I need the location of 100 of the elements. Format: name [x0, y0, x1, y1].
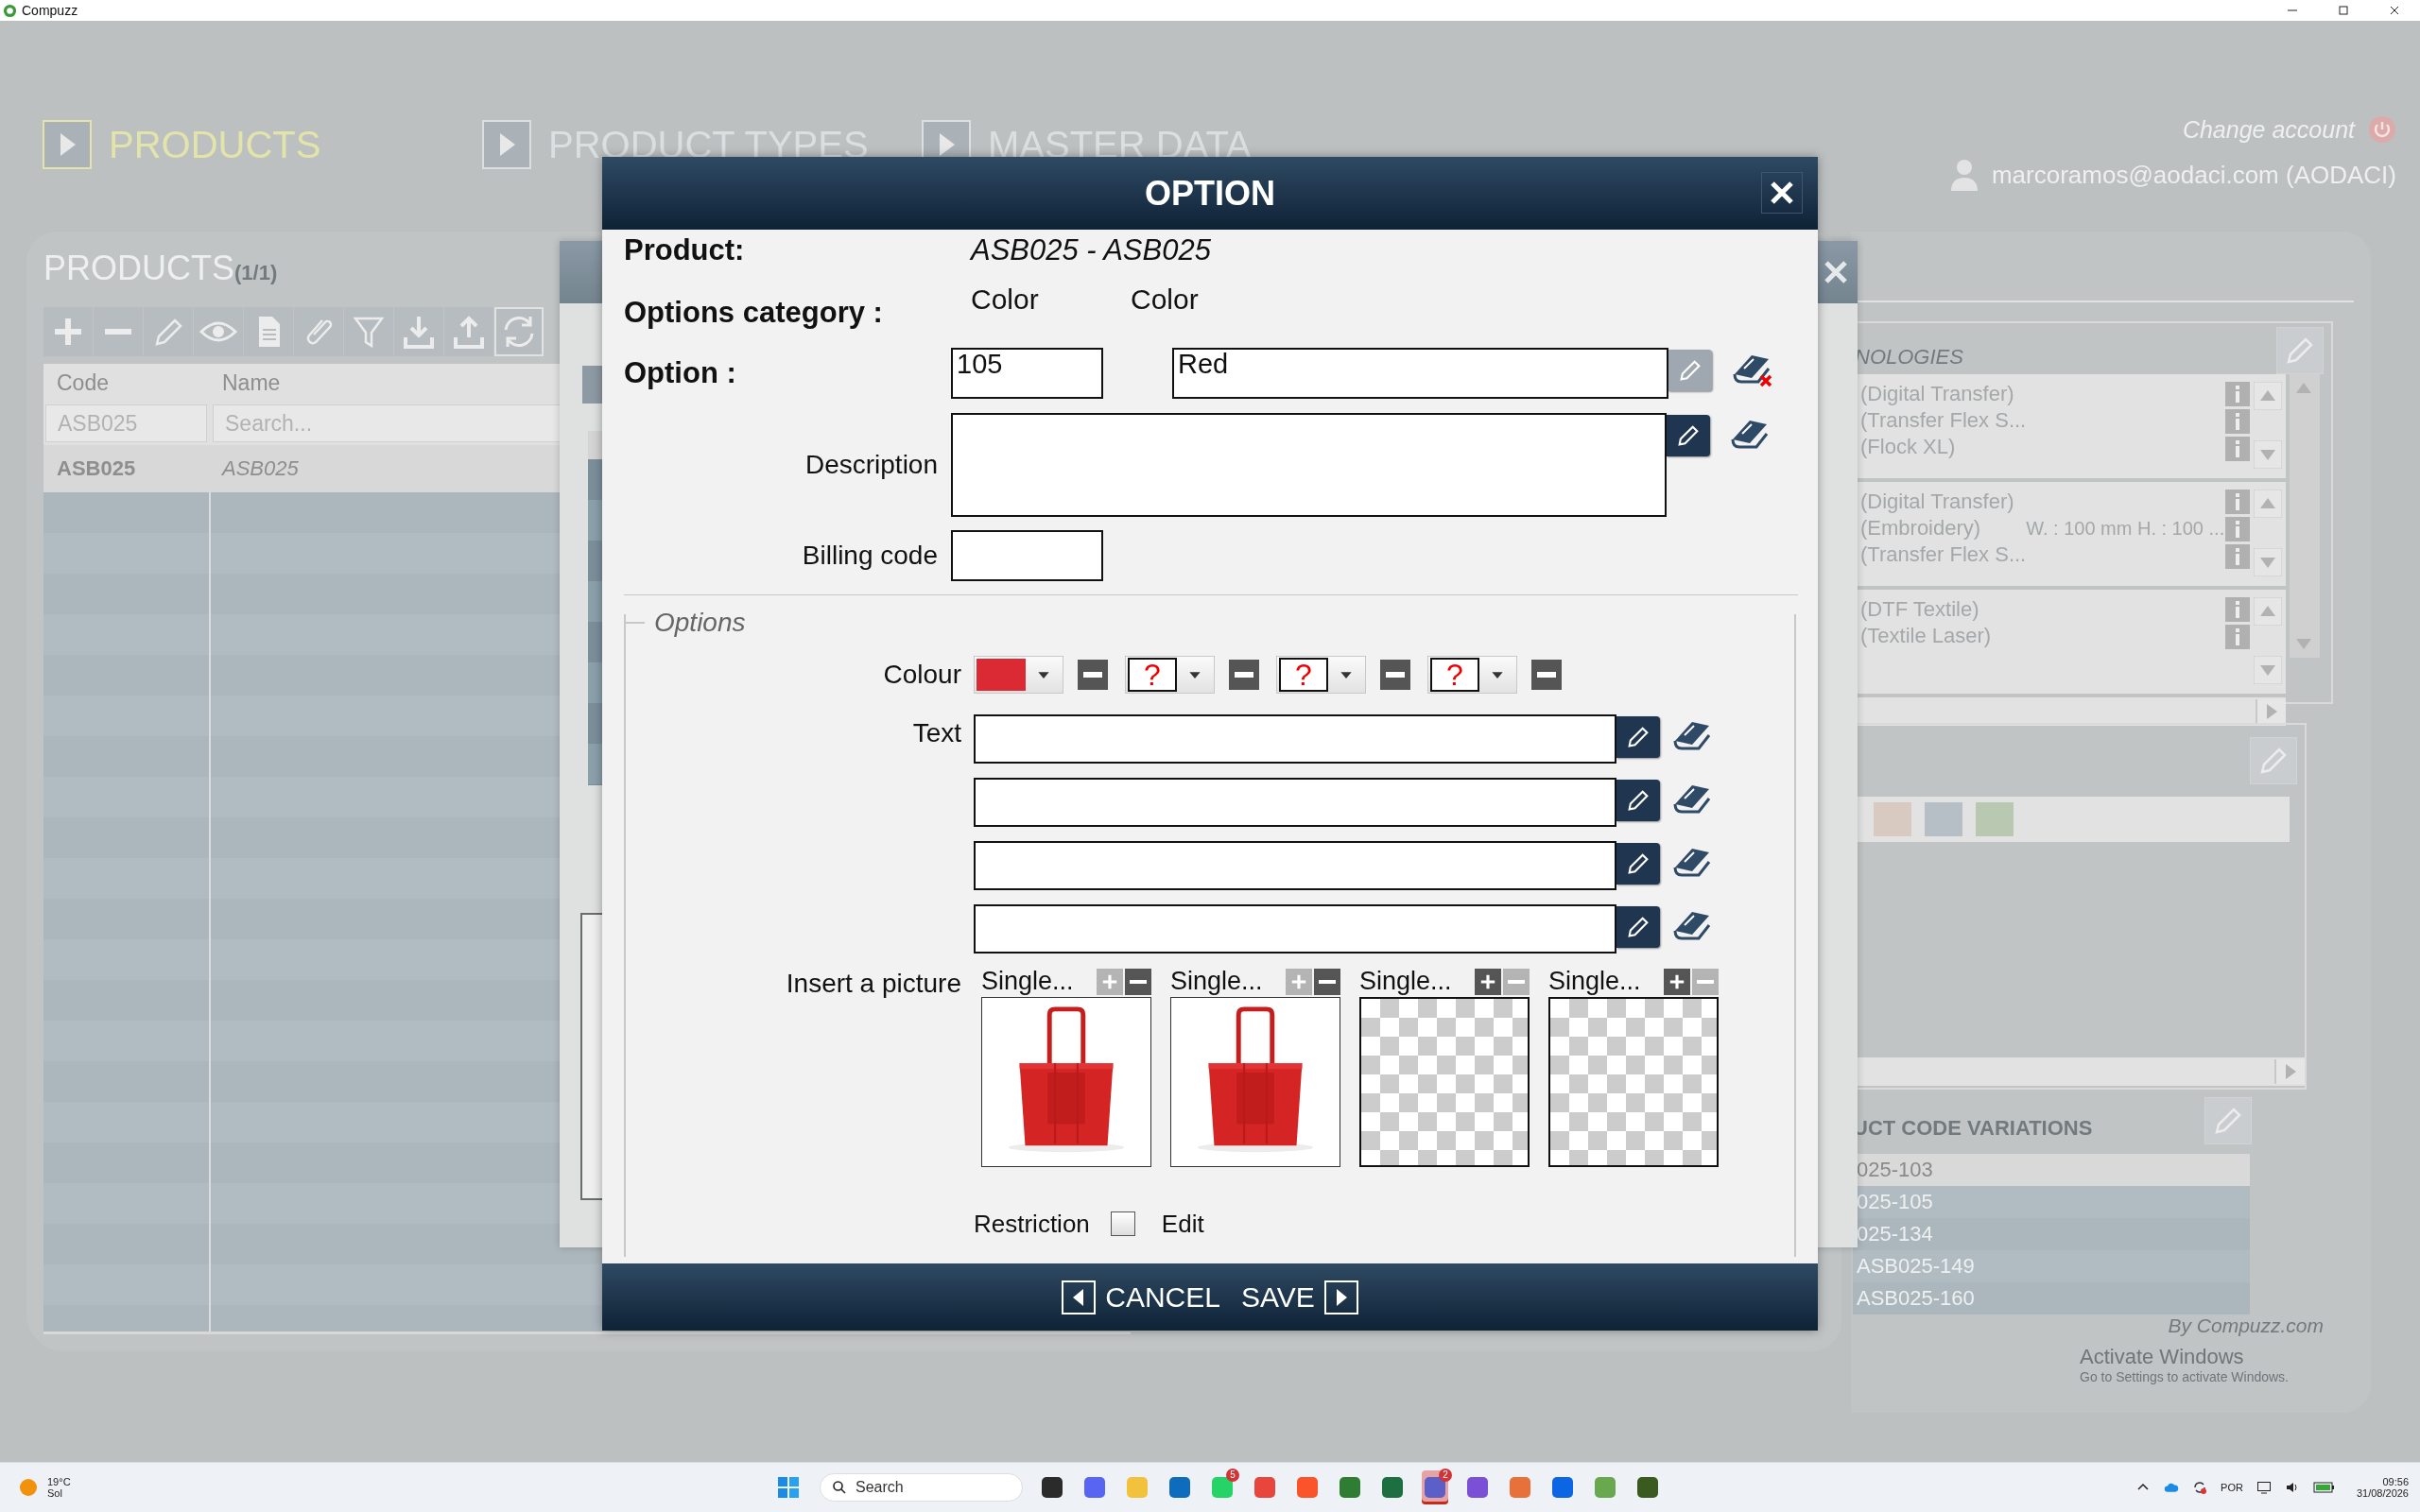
code-variation-item[interactable]: ASB025-160 [1853, 1282, 2250, 1314]
upload-icon[interactable] [444, 307, 493, 356]
edit-button[interactable] [1616, 906, 1660, 948]
monitor-icon[interactable] [2256, 1480, 2272, 1495]
refresh-icon[interactable] [494, 307, 544, 356]
remove-button[interactable] [1380, 660, 1410, 690]
clock-time[interactable]: 09:56 [2382, 1476, 2409, 1487]
colour-dropdown[interactable]: ? [1427, 656, 1517, 694]
info-icon[interactable] [2225, 544, 2250, 569]
column-header[interactable]: Name [209, 369, 281, 396]
start-icon[interactable] [777, 1476, 800, 1499]
code-variation-item[interactable]: ASB025-149 [1853, 1250, 2250, 1282]
text-field[interactable] [974, 904, 1616, 954]
taskbar-search[interactable]: Search [820, 1473, 1023, 1502]
colour-dropdown[interactable]: ? [1125, 656, 1215, 694]
filter-icon[interactable] [344, 307, 393, 356]
speaker-icon[interactable] [2284, 1480, 2300, 1495]
sun-icon[interactable] [19, 1478, 38, 1497]
info-icon[interactable] [2225, 625, 2250, 649]
credit-text: By Compuzz.com [2167, 1314, 2325, 1337]
save-button[interactable]: SAVE [1240, 1280, 1358, 1314]
remove-button[interactable] [1531, 660, 1562, 690]
remove-button[interactable] [1125, 968, 1151, 995]
description-field[interactable] [951, 413, 1667, 517]
text-field[interactable] [974, 778, 1616, 827]
cancel-button[interactable]: CANCEL [1062, 1280, 1220, 1314]
technology-item[interactable]: (Textile Laser) [1860, 624, 1992, 648]
info-icon[interactable] [2225, 517, 2250, 541]
horizontal-scrollbar[interactable] [1855, 697, 2286, 726]
scroll-right-icon[interactable] [2256, 699, 2286, 724]
maximize-icon[interactable] [2338, 5, 2349, 16]
info-icon[interactable] [2225, 409, 2250, 434]
restriction-checkbox[interactable] [1110, 1211, 1135, 1236]
eye-icon[interactable] [194, 307, 243, 356]
text-field[interactable] [974, 714, 1616, 764]
add-button[interactable] [1664, 968, 1690, 995]
section-title: NOLOGIES [1855, 344, 1963, 369]
add-icon[interactable] [43, 307, 93, 356]
unknown-colour: ? [1128, 658, 1177, 692]
option-name-field[interactable]: Red [1172, 348, 1668, 399]
color-swatch[interactable] [1925, 802, 1962, 836]
scroll-up-icon[interactable] [2254, 382, 2282, 410]
technology-item[interactable]: (Transfer Flex S... [1860, 408, 2027, 433]
remove-icon[interactable] [94, 307, 143, 356]
search-placeholder: Search [856, 1479, 904, 1496]
technology-item[interactable]: (Digital Transfer) [1860, 382, 2014, 406]
scroll-down-icon[interactable] [2254, 656, 2282, 684]
paperclip-icon[interactable] [294, 307, 343, 356]
unknown-colour: ? [1430, 658, 1479, 692]
close-button[interactable] [1761, 172, 1803, 214]
table-cell-text: ASB025 [56, 456, 137, 481]
colour-dropdown[interactable] [974, 656, 1063, 694]
edit-button[interactable] [1616, 780, 1660, 821]
plus-icon [1290, 972, 1307, 990]
language-indicator[interactable]: POR [2221, 1482, 2243, 1493]
color-swatch[interactable] [1874, 802, 1911, 836]
download-icon[interactable] [394, 307, 443, 356]
battery-icon[interactable] [2312, 1481, 2336, 1494]
scroll-right-icon[interactable] [2274, 1059, 2305, 1084]
minus-icon [1083, 672, 1102, 678]
scroll-up-icon[interactable] [2254, 597, 2282, 626]
document-icon[interactable] [244, 307, 293, 356]
option-code-field[interactable]: 105 [951, 348, 1103, 399]
technology-item[interactable]: (Flock XL) [1860, 435, 1956, 459]
billing-code-field[interactable] [951, 530, 1103, 581]
scroll-down-icon[interactable] [2254, 440, 2282, 469]
scroll-down-icon[interactable] [2254, 548, 2282, 576]
pencil-icon [1625, 850, 1651, 877]
edit-button[interactable] [1667, 415, 1710, 456]
remove-button[interactable] [1229, 660, 1259, 690]
technology-item[interactable]: (Embroidery) [1860, 516, 1981, 541]
horizontal-scrollbar[interactable] [1855, 1057, 2305, 1086]
info-icon[interactable] [2225, 597, 2250, 622]
close-icon[interactable] [2389, 5, 2400, 16]
technology-item[interactable]: (DTF Textile) [1860, 597, 1979, 622]
notification-badge: 2 [1439, 1469, 1452, 1482]
add-button[interactable] [1475, 968, 1501, 995]
power-icon[interactable] [2368, 115, 2396, 144]
minus-icon [1386, 672, 1405, 678]
remove-button[interactable] [1314, 968, 1340, 995]
scroll-up-icon[interactable] [2254, 490, 2282, 518]
edit-icon[interactable] [144, 307, 193, 356]
caret-icon [1340, 670, 1353, 679]
text-field[interactable] [974, 841, 1616, 890]
edit-button[interactable] [1616, 843, 1660, 885]
edit-button[interactable] [1616, 716, 1660, 758]
info-icon[interactable] [2225, 382, 2250, 406]
sync-icon[interactable] [2192, 1480, 2208, 1495]
search-icon [832, 1480, 847, 1495]
technology-item[interactable]: (Digital Transfer) [1860, 490, 2014, 514]
minus-icon [1235, 672, 1253, 678]
info-icon[interactable] [2225, 437, 2250, 461]
color-swatch[interactable] [1976, 802, 2014, 836]
technology-item[interactable]: (Transfer Flex S... [1860, 542, 2027, 567]
info-icon[interactable] [2225, 490, 2250, 514]
colour-dropdown[interactable]: ? [1276, 656, 1366, 694]
code-variation-item[interactable]: 025-134 [1853, 1218, 2250, 1250]
column-header[interactable]: Code [43, 369, 209, 396]
clock-date[interactable]: 31/08/2026 [2356, 1487, 2409, 1499]
remove-button[interactable] [1078, 660, 1108, 690]
